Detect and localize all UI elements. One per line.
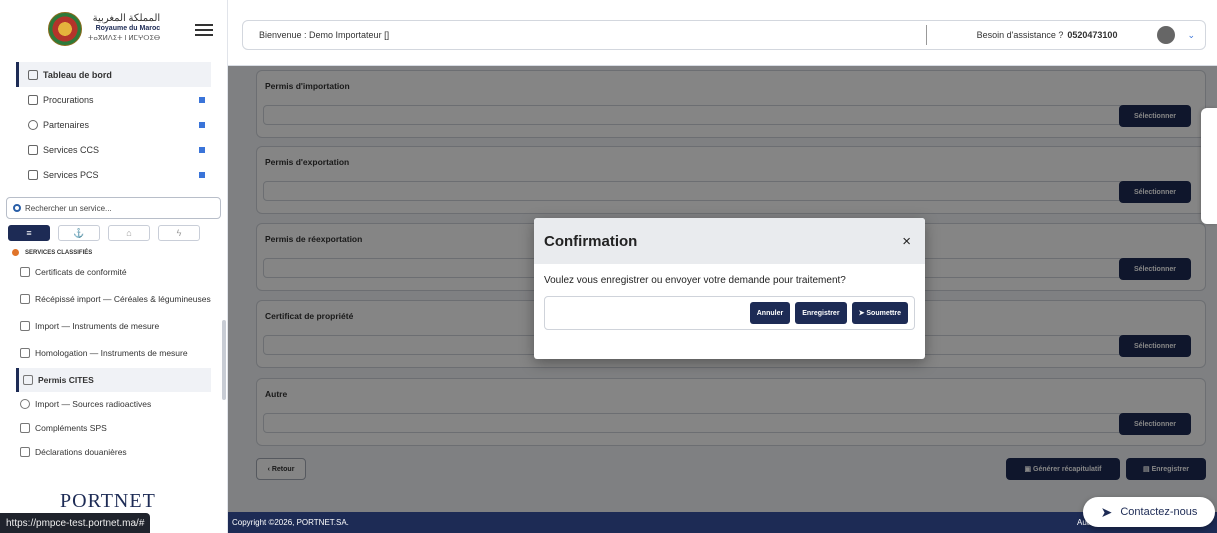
document-icon <box>23 375 33 385</box>
brand-text: المملكة المغربية Royaume du Maroc ⵜⴰⴳⵍⴷⵉ… <box>88 14 160 44</box>
contact-button[interactable]: ➤ Contactez-nous <box>1083 497 1215 527</box>
sidebar-item-services-ccs[interactable]: Services CCS <box>16 137 211 162</box>
service-item-permis-cites[interactable]: Permis CITES <box>16 368 211 392</box>
service-label: Import — Instruments de mesure <box>35 321 160 331</box>
radio-icon <box>20 399 30 409</box>
brand-french: Royaume du Maroc <box>95 25 161 32</box>
filter-buttons: ≡ ⚓ ⌂ ϟ <box>0 225 227 241</box>
service-search-input[interactable]: Rechercher un service... <box>6 197 221 219</box>
sidebar-item-procurations[interactable]: Procurations <box>16 87 211 112</box>
expand-icon[interactable] <box>199 171 205 178</box>
close-icon[interactable]: × <box>902 233 911 250</box>
status-url: https://pmpce-test.portnet.ma/# <box>0 513 151 533</box>
sidebar-item-label: Tableau de bord <box>43 69 112 80</box>
search-placeholder: Rechercher un service... <box>25 203 112 213</box>
edit-icon <box>20 447 30 457</box>
topbar: Bienvenue : Demo Importateur [] Besoin d… <box>228 0 1217 66</box>
filter-bank-button[interactable]: ⌂ <box>108 225 150 241</box>
send-icon: ➤ <box>1100 503 1113 520</box>
sort-icon <box>20 321 30 331</box>
assist-phone: 0520473100 <box>1067 30 1118 40</box>
service-label: Homologation — Instruments de mesure <box>35 348 188 358</box>
globe-icon <box>28 119 38 130</box>
section-title: SERVICES CLASSIFIÉS <box>0 241 227 260</box>
service-label: Permis CITES <box>38 375 94 385</box>
service-label: Déclarations douanières <box>35 447 127 457</box>
confirmation-modal: Confirmation × Voulez vous enregistrer o… <box>534 218 925 359</box>
section-title-label: SERVICES CLASSIFIÉS <box>25 249 93 256</box>
search-icon <box>13 204 21 212</box>
sidebar-item-label: Services PCS <box>43 169 99 180</box>
sidebar-item-partenaires[interactable]: Partenaires <box>16 112 211 137</box>
calendar-icon <box>28 169 38 180</box>
brand-tifinagh: ⵜⴰⴳⵍⴷⵉⵜ ⵏ ⵍⵎⵖⵔⵉⴱ <box>88 35 161 42</box>
service-label: Certificats de conformité <box>35 267 127 277</box>
thumb-icon <box>20 267 30 277</box>
service-label: Compléments SPS <box>35 423 107 433</box>
assistance-text: Besoin d'assistance ? 0520473100 <box>977 30 1118 40</box>
brand-arabic: المملكة المغربية <box>92 13 161 24</box>
modal-message: Voulez vous enregistrer ou envoyer votre… <box>544 275 846 286</box>
sidebar-item-label: Services CCS <box>43 144 100 155</box>
filter-list-button[interactable]: ≡ <box>8 225 50 241</box>
expand-icon[interactable] <box>199 146 205 153</box>
document-icon <box>20 294 30 304</box>
modal-header: Confirmation × <box>534 218 925 264</box>
section-dot-icon <box>12 249 19 256</box>
calendar-icon <box>28 144 38 155</box>
portnet-logo: PORTNET <box>60 490 156 512</box>
service-item[interactable]: Import — Instruments de mesure <box>16 314 211 338</box>
brand-header: المملكة المغربية Royaume du Maroc ⵜⴰⴳⵍⴷⵉ… <box>0 0 227 58</box>
filter-flash-button[interactable]: ϟ <box>158 225 200 241</box>
sort-icon <box>20 348 30 358</box>
submit-button[interactable]: ➤ Soumettre <box>851 302 908 324</box>
expand-icon[interactable] <box>199 96 205 103</box>
copyright-text: Copyright ©2026, PORTNET.SA. <box>232 518 349 527</box>
service-item[interactable]: Import — Sources radioactives <box>16 392 211 416</box>
sidebar: المملكة المغربية Royaume du Maroc ⵜⴰⴳⵍⴷⵉ… <box>0 0 228 533</box>
services-list: Certificats de conformité Récépissé impo… <box>0 260 227 464</box>
service-item[interactable]: Récépissé import — Céréales & légumineus… <box>16 284 211 314</box>
service-item[interactable]: Certificats de conformité <box>16 260 211 284</box>
divider <box>925 25 927 45</box>
service-label: Import — Sources radioactives <box>35 399 152 409</box>
cancel-button[interactable]: Annuler <box>749 302 791 324</box>
service-item[interactable]: Compléments SPS <box>16 416 211 440</box>
royal-emblem-icon <box>48 12 82 46</box>
hamburger-menu-icon[interactable] <box>195 24 213 36</box>
welcome-text: Bienvenue : Demo Importateur [] <box>259 30 390 40</box>
save-button[interactable]: Enregistrer <box>795 302 847 324</box>
service-item[interactable]: Homologation — Instruments de mesure <box>16 338 211 368</box>
sidebar-item-label: Partenaires <box>43 119 90 130</box>
footer: Copyright ©2026, PORTNET.SA. Autres Port <box>228 512 1217 533</box>
service-item[interactable]: Déclarations douanières <box>16 440 211 464</box>
chevron-down-icon[interactable]: ⌄ <box>1187 30 1195 41</box>
sidebar-item-tableau-de-bord[interactable]: Tableau de bord <box>16 62 211 87</box>
avatar[interactable] <box>1157 26 1176 44</box>
topbar-inner: Bienvenue : Demo Importateur [] Besoin d… <box>242 20 1206 50</box>
expand-icon[interactable] <box>199 121 205 128</box>
modal-title: Confirmation <box>544 232 638 250</box>
modal-actions: Annuler Enregistrer ➤ Soumettre <box>544 296 915 330</box>
page-root: المملكة المغربية Royaume du Maroc ⵜⴰⴳⵍⴷⵉ… <box>0 0 1217 533</box>
service-label: Récépissé import — Céréales & légumineus… <box>35 294 211 304</box>
side-help-tab[interactable] <box>1201 108 1217 224</box>
calendar-icon <box>28 94 38 105</box>
submit-label: Soumettre <box>866 310 901 317</box>
assist-label: Besoin d'assistance ? <box>976 30 1064 40</box>
sidebar-scrollbar[interactable] <box>222 320 226 400</box>
contact-label: Contactez-nous <box>1120 506 1198 518</box>
sidebar-item-services-pcs[interactable]: Services PCS <box>16 162 211 187</box>
filter-ship-button[interactable]: ⚓ <box>58 225 100 241</box>
home-icon <box>28 69 38 80</box>
sidebar-item-label: Procurations <box>43 94 94 105</box>
pencil-icon <box>20 423 30 433</box>
sidebar-top-menu: Tableau de bord Procurations Partenaires… <box>0 58 227 187</box>
